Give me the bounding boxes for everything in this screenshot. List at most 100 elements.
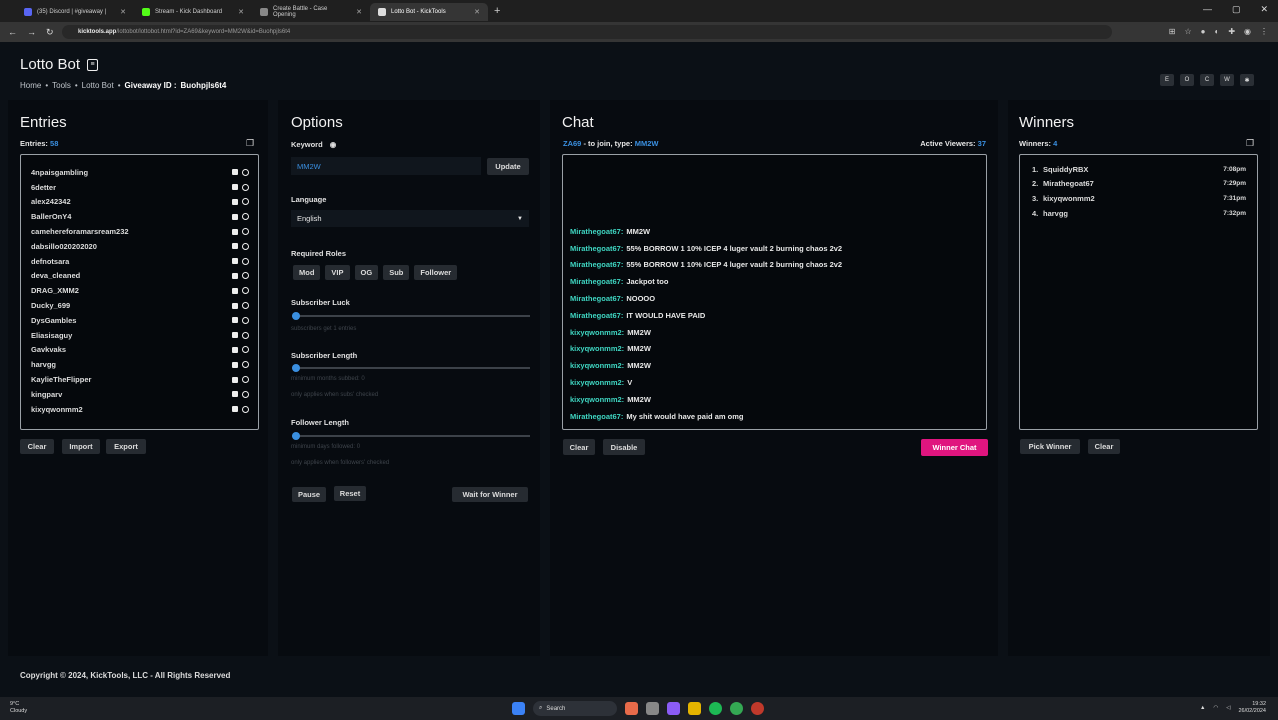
winners-list[interactable]: 1. SquiddyRBX 7:08pm 2. Mirathegoat67 7:29pm 3… [1019,154,1258,430]
slider-handle[interactable] [292,432,300,440]
checkbox-icon[interactable] [232,406,238,413]
chat-clear-button[interactable]: Clear [563,439,595,455]
translate-icon[interactable]: ⊞ [1169,27,1176,36]
remove-icon[interactable] [242,331,249,339]
forward-icon[interactable]: → [27,27,36,37]
remove-icon[interactable] [242,198,249,206]
slider-handle[interactable] [292,364,300,372]
remove-icon[interactable] [242,257,249,265]
language-select[interactable]: English ▼ [291,210,529,227]
spotify-icon[interactable] [709,702,722,715]
maximize-icon[interactable]: ▢ [1232,4,1241,15]
menu-icon[interactable]: ⋮ [1260,27,1268,36]
remove-icon[interactable] [242,405,249,413]
close-icon[interactable]: ✕ [356,8,362,16]
close-window-icon[interactable]: ✕ [1260,4,1268,15]
chat-log[interactable]: Mirathegoat67: MM2W Mirathegoat67: 55% BORR… [562,154,987,430]
chat-disable-button[interactable]: Disable [603,439,645,455]
remove-icon[interactable] [242,390,249,398]
breadcrumb-tools[interactable]: Tools [52,81,71,90]
entries-export-button[interactable]: Export [106,439,146,454]
winners-clear-button[interactable]: Clear [1088,439,1120,454]
role-sub-button[interactable]: Sub [383,265,410,280]
extension-icon[interactable]: ◐ [1214,27,1219,36]
checkbox-icon[interactable] [232,169,238,176]
pick-winner-button[interactable]: Pick Winner [1020,439,1080,454]
entries-list[interactable]: 4npaisgambling 6detter alex242342 BallerOnY… [20,154,259,430]
breadcrumb-home[interactable]: Home [20,81,41,90]
start-icon[interactable] [512,702,525,715]
checkbox-icon[interactable] [232,317,238,324]
checkbox-icon[interactable] [232,184,238,191]
chevron-up-icon[interactable]: ▲ [1200,705,1205,711]
remove-icon[interactable] [242,183,249,191]
remove-icon[interactable] [242,228,249,236]
close-icon[interactable]: ✕ [474,8,480,16]
entries-import-button[interactable]: Import [62,439,100,454]
puzzle-icon[interactable]: ✚ [1228,27,1235,36]
copy-icon[interactable]: ❐ [246,138,254,149]
wait-for-winner-button[interactable]: Wait for Winner [452,487,528,502]
app-icon[interactable] [625,702,638,715]
subscriber-luck-slider[interactable] [292,312,530,320]
top-icon-w[interactable]: W [1220,74,1234,86]
checkbox-icon[interactable] [232,213,238,220]
browser-tab-discord[interactable]: (35) Discord | #giveaway | ✕ [16,3,134,21]
app-icon[interactable] [751,702,764,715]
checkbox-icon[interactable] [232,391,238,398]
role-og-button[interactable]: OG [354,265,379,280]
top-icon-c[interactable]: C [1200,74,1214,86]
checkbox-icon[interactable] [232,346,238,353]
role-follower-button[interactable]: Follower [414,265,458,280]
checkbox-icon[interactable] [232,243,238,250]
slider-handle[interactable] [292,312,300,320]
app-icon[interactable] [667,702,680,715]
remove-icon[interactable] [242,316,249,324]
remove-icon[interactable] [242,287,249,295]
clock[interactable]: 19:32 26/02/2024 [1238,701,1266,715]
role-mod-button[interactable]: Mod [293,265,321,280]
keyword-input[interactable]: MM2W [291,157,481,175]
taskbar-search[interactable]: ⌕ Search [533,701,617,716]
checkbox-icon[interactable] [232,228,238,235]
profile-icon[interactable]: ◉ [1244,27,1251,36]
remove-icon[interactable] [242,272,249,280]
entries-clear-button[interactable]: Clear [20,439,54,454]
close-icon[interactable]: ✕ [238,8,244,16]
eye-icon[interactable]: ◉ [330,140,337,149]
copy-icon[interactable]: ❐ [1246,138,1254,149]
checkbox-icon[interactable] [232,302,238,309]
extension-icon[interactable]: ● [1201,27,1206,36]
checkbox-icon[interactable] [232,198,238,205]
role-vip-button[interactable]: VIP [325,265,350,280]
remove-icon[interactable] [242,302,249,310]
file-explorer-icon[interactable] [688,702,701,715]
back-icon[interactable]: ← [8,27,17,37]
checkbox-icon[interactable] [232,376,238,383]
top-icon-e[interactable]: E [1160,74,1174,86]
settings-icon[interactable]: ✱ [1240,74,1254,86]
checkbox-icon[interactable] [232,361,238,368]
checkbox-icon[interactable] [232,258,238,265]
remove-icon[interactable] [242,213,249,221]
browser-tab-case-opening[interactable]: Create Battle - Case Opening ✕ [252,3,370,21]
pause-button[interactable]: Pause [292,487,326,502]
subscriber-length-slider[interactable] [292,364,530,372]
remove-icon[interactable] [242,242,249,250]
checkbox-icon[interactable] [232,287,238,294]
breadcrumb-lotto-bot[interactable]: Lotto Bot [82,81,114,90]
browser-tab-lotto-bot[interactable]: Lotto Bot - KickTools ✕ [370,3,488,21]
remove-icon[interactable] [242,361,249,369]
remove-icon[interactable] [242,168,249,176]
speaker-icon[interactable]: ◁ [1226,705,1230,711]
browser-tab-kick-dashboard[interactable]: Stream - Kick Dashboard ✕ [134,3,252,21]
follower-length-slider[interactable] [292,432,530,440]
url-field[interactable]: kicktools.app/lottobot/lottobot.html?id=… [62,25,1112,39]
chrome-icon[interactable] [730,702,743,715]
new-tab-icon[interactable]: + [494,5,500,17]
checkbox-icon[interactable] [232,272,238,279]
remove-icon[interactable] [242,376,249,384]
remove-icon[interactable] [242,346,249,354]
close-icon[interactable]: ✕ [120,8,126,16]
wifi-icon[interactable]: ◠ [1213,705,1218,711]
